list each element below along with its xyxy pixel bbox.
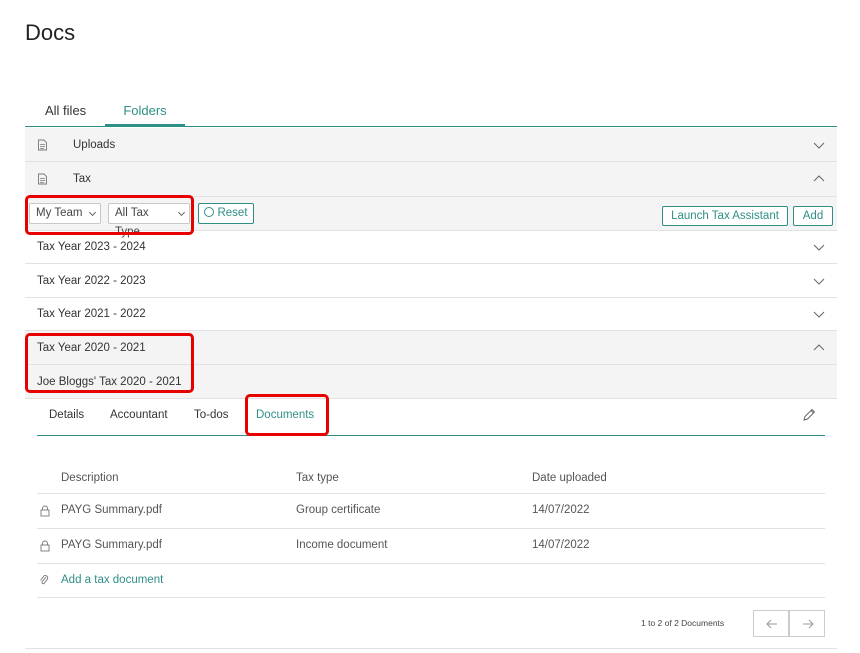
- document-description[interactable]: PAYG Summary.pdf: [61, 504, 162, 516]
- chevron-down-icon[interactable]: [813, 275, 825, 287]
- tax-year-row-expanded[interactable]: Tax Year 2020 - 2021: [25, 331, 837, 365]
- next-page-button[interactable]: [789, 610, 825, 637]
- document-date: 14/07/2022: [532, 504, 590, 516]
- document-tax-type: Income document: [296, 539, 388, 551]
- folder-row-uploads[interactable]: Uploads: [25, 128, 837, 162]
- document-date: 14/07/2022: [532, 539, 590, 551]
- team-select[interactable]: My Team: [29, 203, 101, 224]
- page-title: Docs: [25, 20, 76, 45]
- column-header-tax-type: Tax type: [296, 472, 339, 484]
- tax-year-label: Tax Year 2020 - 2021: [37, 341, 146, 354]
- tax-year-label: Tax Year 2022 - 2023: [37, 274, 146, 287]
- document-tax-type: Group certificate: [296, 504, 381, 516]
- tax-year-label: Tax Year 2021 - 2022: [37, 308, 146, 320]
- lock-icon: [40, 505, 50, 517]
- tax-year-row[interactable]: Tax Year 2022 - 2023: [25, 264, 837, 298]
- tax-return-tabs: Details Accountant To-dos Documents: [37, 399, 825, 436]
- reset-icon: [204, 207, 215, 217]
- tab-details[interactable]: Details: [49, 409, 84, 421]
- tax-return-label: Joe Bloggs' Tax 2020 - 2021: [37, 375, 182, 388]
- folder-label: Uploads: [73, 138, 116, 151]
- chevron-up-icon[interactable]: [813, 342, 825, 354]
- tax-year-row[interactable]: Tax Year 2021 - 2022: [25, 298, 837, 331]
- tab-documents[interactable]: Documents: [256, 409, 314, 421]
- pagination-summary: 1 to 2 of 2 Documents: [641, 618, 725, 628]
- main-tabs: All files Folders: [25, 100, 837, 127]
- tab-all-files[interactable]: All files: [45, 103, 86, 118]
- arrow-left-icon: [766, 619, 777, 629]
- pencil-icon[interactable]: [801, 407, 817, 423]
- document-icon: [38, 173, 47, 185]
- arrow-right-icon: [803, 619, 814, 629]
- folder-label: Tax: [73, 173, 91, 185]
- previous-page-button[interactable]: [753, 610, 789, 637]
- chevron-down-icon[interactable]: [813, 139, 825, 151]
- document-icon: [38, 139, 47, 150]
- lock-icon: [40, 540, 50, 552]
- tax-type-select[interactable]: All Tax Type: [108, 203, 190, 238]
- add-tax-document-link[interactable]: Add a tax document: [61, 574, 163, 586]
- document-description[interactable]: PAYG Summary.pdf: [61, 539, 162, 551]
- tab-to-dos[interactable]: To-dos: [194, 409, 229, 421]
- paperclip-icon: [40, 575, 49, 585]
- chevron-down-icon[interactable]: [813, 308, 825, 320]
- filter-bar: My Team All Tax Type Reset Launch Tax As…: [25, 197, 837, 238]
- table-row[interactable]: PAYG Summary.pdf Group certificate 14/07…: [37, 493, 825, 528]
- chevron-up-icon[interactable]: [813, 173, 825, 185]
- table-row[interactable]: PAYG Summary.pdf Income document 14/07/2…: [37, 528, 825, 563]
- chevron-down-icon[interactable]: [813, 241, 825, 253]
- reset-button[interactable]: Reset: [198, 203, 254, 224]
- tax-year-row[interactable]: Tax Year 2023 - 2024: [25, 231, 837, 264]
- tax-year-label: Tax Year 2023 - 2024: [37, 241, 146, 253]
- column-header-date-uploaded: Date uploaded: [532, 472, 607, 484]
- launch-tax-assistant-button[interactable]: Launch Tax Assistant: [662, 206, 788, 226]
- folder-row-tax[interactable]: Tax: [25, 162, 837, 197]
- tab-folders[interactable]: Folders: [105, 103, 185, 127]
- add-button[interactable]: Add: [793, 206, 833, 226]
- add-document-row: Add a tax document: [37, 563, 825, 598]
- tab-accountant[interactable]: Accountant: [110, 409, 168, 421]
- reset-label: Reset: [217, 207, 248, 219]
- divider: [25, 648, 837, 649]
- tax-return-row[interactable]: Joe Bloggs' Tax 2020 - 2021: [25, 365, 837, 399]
- column-header-description: Description: [61, 472, 119, 484]
